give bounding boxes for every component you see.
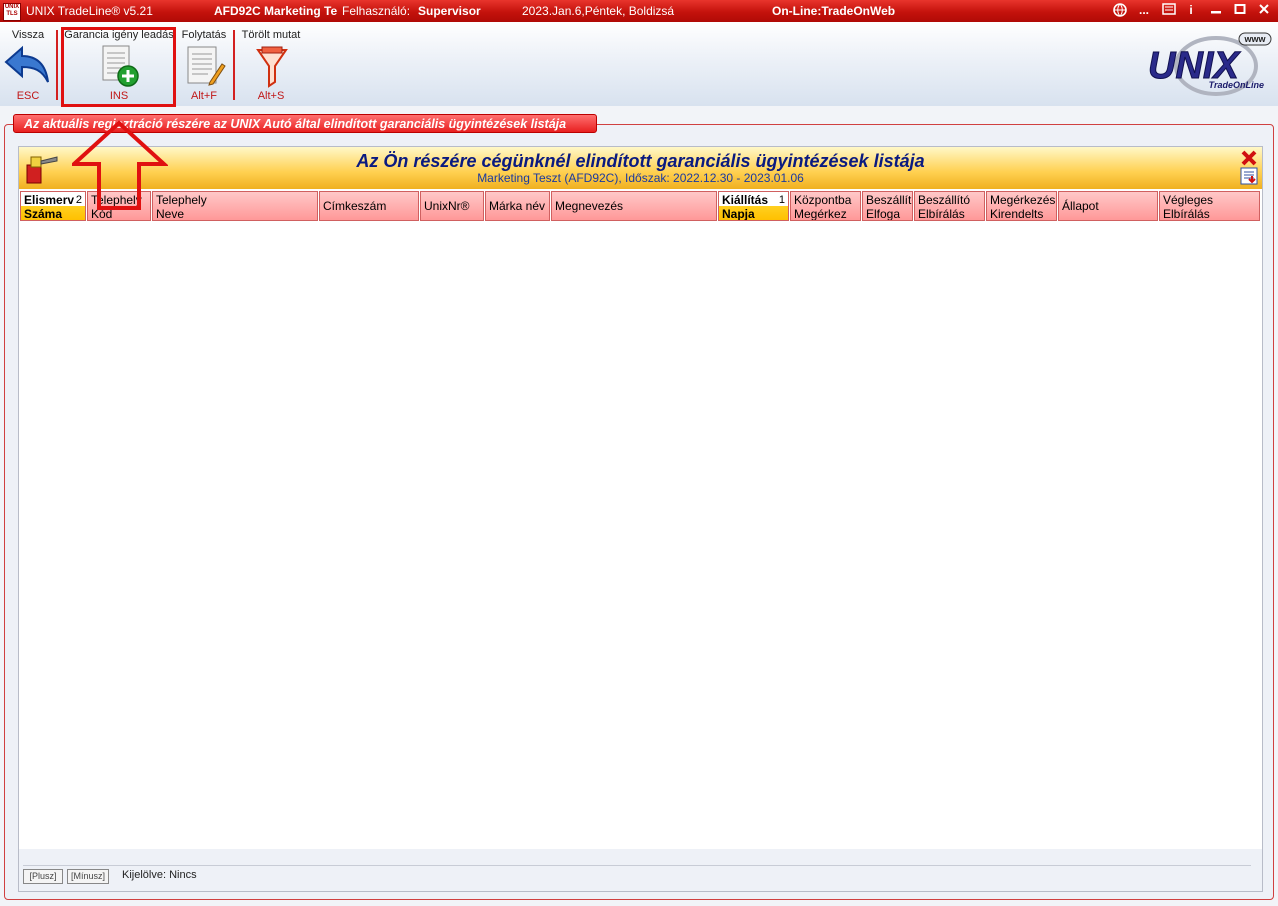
col-label: Kiállítás bbox=[722, 193, 769, 207]
col-label: Megérkez bbox=[794, 207, 847, 221]
col-label: Megnevezés bbox=[555, 199, 624, 213]
minus-button[interactable]: [Mínusz] bbox=[67, 869, 109, 884]
col-vegleges[interactable]: Végleges Elbírálás bbox=[1159, 191, 1260, 221]
col-label: Elbírálás bbox=[918, 207, 965, 221]
col-label: Központba bbox=[794, 193, 852, 207]
sort-order: 1 bbox=[778, 194, 785, 206]
table-header: Elismerv 2 Száma Telephely Kód Telephely … bbox=[19, 191, 1262, 223]
show-deleted-key: Alt+S bbox=[257, 90, 285, 102]
col-label: Címkeszám bbox=[323, 199, 387, 213]
col-label: Elfoga bbox=[866, 207, 901, 221]
col-kiallitas[interactable]: Kiállítás 1 Napja bbox=[718, 191, 789, 221]
unix-logo: www UNIX TradeOnLine bbox=[1144, 30, 1274, 100]
col-label: UnixNr® bbox=[424, 199, 470, 213]
app-icon: UNIX TLS bbox=[3, 3, 21, 21]
col-beszallito-elfoga[interactable]: Beszállító Elfoga bbox=[862, 191, 913, 221]
col-telephely-neve[interactable]: Telephely Neve bbox=[152, 191, 318, 221]
maximize-icon[interactable] bbox=[1230, 3, 1250, 19]
col-label: Márka név bbox=[489, 199, 546, 213]
back-button[interactable]: Vissza ESC bbox=[2, 22, 54, 106]
close-panel-icon[interactable] bbox=[1240, 149, 1258, 167]
minimize-icon[interactable] bbox=[1206, 3, 1226, 19]
user-name: Supervisor bbox=[418, 4, 481, 18]
date-text: 2023.Jan.6,Péntek, Boldizsá bbox=[522, 4, 675, 18]
col-label: Beszállító bbox=[866, 193, 913, 207]
show-deleted-label: Törölt mutat bbox=[241, 29, 301, 41]
col-label: Beszállító bbox=[918, 193, 971, 207]
col-label: Elismerv bbox=[24, 193, 75, 207]
panel-header: Az Ön részére cégünknél elindított garan… bbox=[19, 147, 1262, 189]
show-deleted-button[interactable]: Törölt mutat Alt+S bbox=[240, 22, 302, 106]
window-list-icon[interactable] bbox=[1158, 3, 1180, 19]
edit-document-icon bbox=[187, 46, 226, 86]
toolbar: Vissza ESC Garancia igény leadás INS Fol… bbox=[0, 22, 1278, 106]
toolbar-separator bbox=[56, 30, 58, 100]
back-label: Vissza bbox=[11, 29, 45, 41]
col-marka-nev[interactable]: Márka név bbox=[485, 191, 550, 221]
info-icon[interactable]: i bbox=[1182, 3, 1200, 19]
online-status: On-Line:TradeOnWeb bbox=[772, 4, 896, 18]
title-bar: UNIX TLS UNIX TradeLine® v5.21 AFD92C Mar… bbox=[0, 0, 1278, 22]
panel-title: Az Ön részére cégünknél elindított garan… bbox=[356, 151, 925, 171]
highlight-box bbox=[61, 27, 176, 107]
close-window-icon[interactable] bbox=[1254, 3, 1274, 19]
list-panel: Az Ön részére cégünknél elindított garan… bbox=[18, 146, 1263, 892]
col-label: Kirendelts bbox=[990, 207, 1044, 221]
panel-footer: [Plusz] [Mínusz] Kijelölve: Nincs bbox=[19, 849, 1262, 891]
export-icon[interactable] bbox=[1240, 167, 1258, 185]
logo-tagline: TradeOnLine bbox=[1209, 80, 1264, 90]
app-title: UNIX TradeLine® v5.21 bbox=[26, 4, 153, 18]
back-arrow-icon bbox=[4, 45, 49, 83]
continue-label: Folytatás bbox=[181, 29, 227, 41]
col-allapot[interactable]: Állapot bbox=[1058, 191, 1158, 221]
selection-status: Kijelölve: Nincs bbox=[122, 869, 197, 881]
filter-funnel-icon bbox=[256, 46, 288, 88]
col-megnevezes[interactable]: Megnevezés bbox=[551, 191, 717, 221]
company-name: AFD92C Marketing Te bbox=[214, 4, 338, 18]
col-beszallito-elbiralas[interactable]: Beszállító Elbírálás bbox=[914, 191, 985, 221]
globe-icon[interactable] bbox=[1108, 3, 1132, 19]
plus-button[interactable]: [Plusz] bbox=[23, 869, 63, 884]
logo-www: www bbox=[1243, 34, 1266, 44]
back-key: ESC bbox=[16, 90, 40, 102]
col-label: Napja bbox=[722, 207, 755, 221]
col-label: Elbírálás bbox=[1163, 207, 1210, 221]
continue-button[interactable]: Folytatás Alt+F bbox=[180, 22, 228, 106]
col-label: Állapot bbox=[1062, 199, 1099, 213]
user-label: Felhasználó: bbox=[342, 4, 411, 18]
col-kozpontba[interactable]: Központba Megérkez bbox=[790, 191, 861, 221]
col-label: Neve bbox=[156, 207, 185, 221]
toolbar-separator bbox=[233, 30, 235, 100]
col-unixnr[interactable]: UnixNr® bbox=[420, 191, 484, 221]
col-cimkeszam[interactable]: Címkeszám bbox=[319, 191, 419, 221]
continue-key: Alt+F bbox=[191, 90, 217, 102]
footer-divider bbox=[23, 865, 1251, 866]
more-icon[interactable]: ... bbox=[1132, 3, 1156, 19]
col-label: Megérkezés bbox=[990, 193, 1056, 207]
col-megerkezes[interactable]: Megérkezés Kirendelts bbox=[986, 191, 1057, 221]
pointer-arrow-icon bbox=[72, 120, 168, 210]
panel-subtitle: Marketing Teszt (AFD92C), Időszak: 2022.… bbox=[477, 171, 804, 185]
col-label: Végleges bbox=[1163, 193, 1214, 207]
